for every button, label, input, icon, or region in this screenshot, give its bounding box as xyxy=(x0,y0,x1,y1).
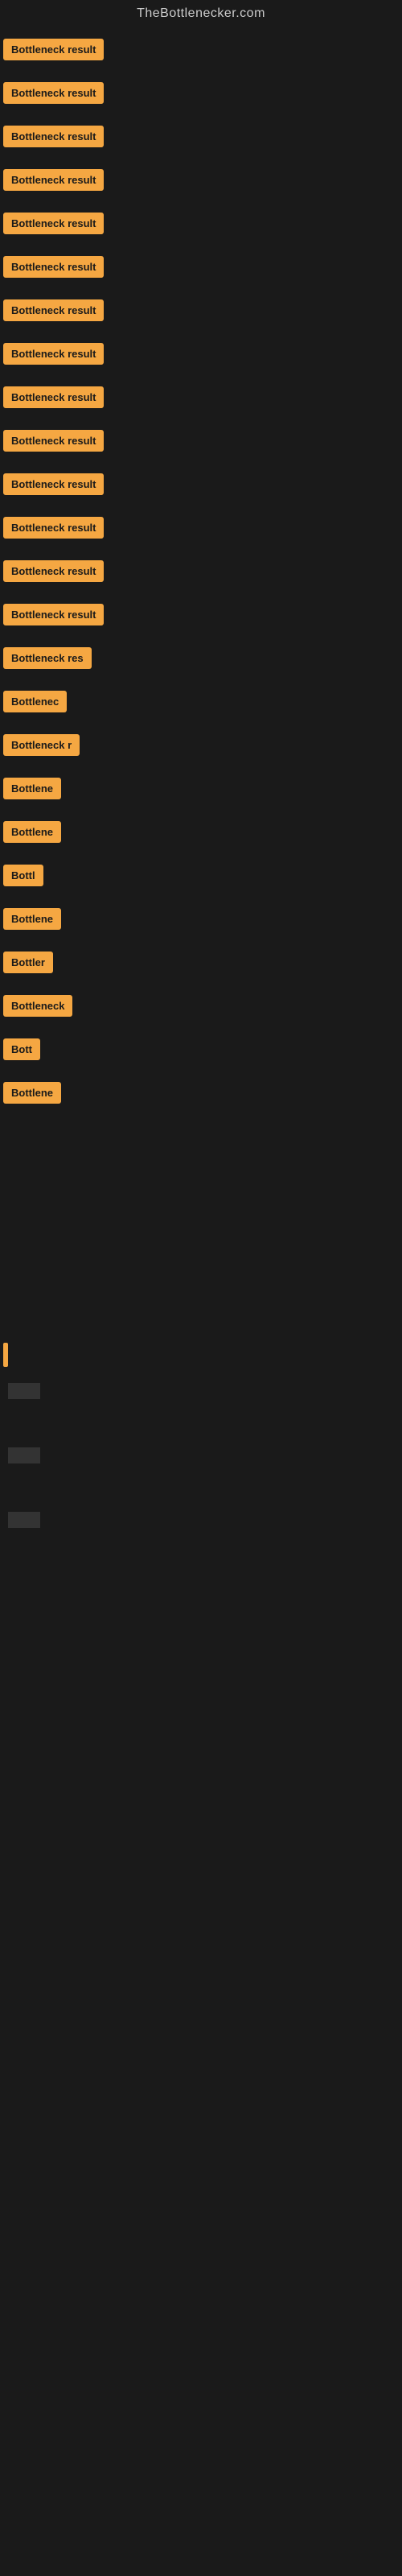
bottleneck-badge-13[interactable]: Bottleneck result xyxy=(3,604,104,625)
bottleneck-badge-11[interactable]: Bottleneck result xyxy=(3,517,104,539)
bottom-section xyxy=(0,1367,402,1528)
bottleneck-badge-20[interactable]: Bottlene xyxy=(3,908,61,930)
bottleneck-badge-1[interactable]: Bottleneck result xyxy=(3,82,104,104)
bottleneck-item-6[interactable]: Bottleneck result xyxy=(0,291,402,333)
bottleneck-badge-12[interactable]: Bottleneck result xyxy=(3,560,104,582)
bottleneck-item-10[interactable]: Bottleneck result xyxy=(0,465,402,507)
bottleneck-badge-2[interactable]: Bottleneck result xyxy=(3,126,104,147)
bottleneck-item-22[interactable]: Bottleneck xyxy=(0,987,402,1029)
bottom-bar-3 xyxy=(8,1512,40,1528)
bottleneck-badge-9[interactable]: Bottleneck result xyxy=(3,430,104,452)
bottleneck-badge-19[interactable]: Bottl xyxy=(3,865,43,886)
site-title: TheBottlenecker.com xyxy=(0,0,402,31)
bottom-bar-1 xyxy=(8,1383,40,1399)
bottleneck-item-3[interactable]: Bottleneck result xyxy=(0,161,402,203)
bottleneck-item-9[interactable]: Bottleneck result xyxy=(0,422,402,464)
bottleneck-item-19[interactable]: Bottl xyxy=(0,857,402,898)
bottleneck-item-12[interactable]: Bottleneck result xyxy=(0,552,402,594)
bottleneck-item-24[interactable]: Bottlene xyxy=(0,1074,402,1116)
bottleneck-badge-22[interactable]: Bottleneck xyxy=(3,995,72,1017)
bottleneck-item-17[interactable]: Bottlene xyxy=(0,770,402,811)
bottleneck-badge-24[interactable]: Bottlene xyxy=(3,1082,61,1104)
bottleneck-badge-21[interactable]: Bottler xyxy=(3,952,53,973)
bottleneck-badge-10[interactable]: Bottleneck result xyxy=(3,473,104,495)
bottleneck-item-16[interactable]: Bottleneck r xyxy=(0,726,402,768)
bottleneck-item-8[interactable]: Bottleneck result xyxy=(0,378,402,420)
spacer xyxy=(0,1117,402,1343)
bottleneck-badge-6[interactable]: Bottleneck result xyxy=(3,299,104,321)
page-wrapper: TheBottlenecker.com Bottleneck resultBot… xyxy=(0,0,402,1528)
bottleneck-badge-0[interactable]: Bottleneck result xyxy=(3,39,104,60)
bottleneck-item-14[interactable]: Bottleneck res xyxy=(0,639,402,681)
bottleneck-list: Bottleneck result Bottleneck result Bottle… xyxy=(0,31,402,1116)
bottleneck-item-18[interactable]: Bottlene xyxy=(0,813,402,855)
bottleneck-item-11[interactable]: Bottleneck result xyxy=(0,509,402,551)
bottleneck-badge-5[interactable]: Bottleneck result xyxy=(3,256,104,278)
bottleneck-badge-23[interactable]: Bott xyxy=(3,1038,40,1060)
bottleneck-badge-15[interactable]: Bottlenec xyxy=(3,691,67,712)
bottleneck-item-0[interactable]: Bottleneck result xyxy=(0,31,402,72)
bottleneck-badge-14[interactable]: Bottleneck res xyxy=(3,647,92,669)
bottleneck-item-15[interactable]: Bottlenec xyxy=(0,683,402,724)
bottleneck-item-5[interactable]: Bottleneck result xyxy=(0,248,402,290)
small-indicator xyxy=(3,1343,8,1367)
bottleneck-badge-7[interactable]: Bottleneck result xyxy=(3,343,104,365)
bottleneck-badge-4[interactable]: Bottleneck result xyxy=(3,213,104,234)
bottleneck-badge-18[interactable]: Bottlene xyxy=(3,821,61,843)
bottleneck-item-4[interactable]: Bottleneck result xyxy=(0,204,402,246)
bottleneck-badge-16[interactable]: Bottleneck r xyxy=(3,734,80,756)
bottleneck-item-1[interactable]: Bottleneck result xyxy=(0,74,402,116)
bottleneck-item-2[interactable]: Bottleneck result xyxy=(0,118,402,159)
bottleneck-item-21[interactable]: Bottler xyxy=(0,943,402,985)
bottleneck-badge-8[interactable]: Bottleneck result xyxy=(3,386,104,408)
bottleneck-item-20[interactable]: Bottlene xyxy=(0,900,402,942)
bottleneck-badge-3[interactable]: Bottleneck result xyxy=(3,169,104,191)
bottleneck-badge-17[interactable]: Bottlene xyxy=(3,778,61,799)
bottleneck-item-13[interactable]: Bottleneck result xyxy=(0,596,402,638)
bottleneck-item-7[interactable]: Bottleneck result xyxy=(0,335,402,377)
bottom-bar-2 xyxy=(8,1447,40,1463)
bottleneck-item-23[interactable]: Bott xyxy=(0,1030,402,1072)
